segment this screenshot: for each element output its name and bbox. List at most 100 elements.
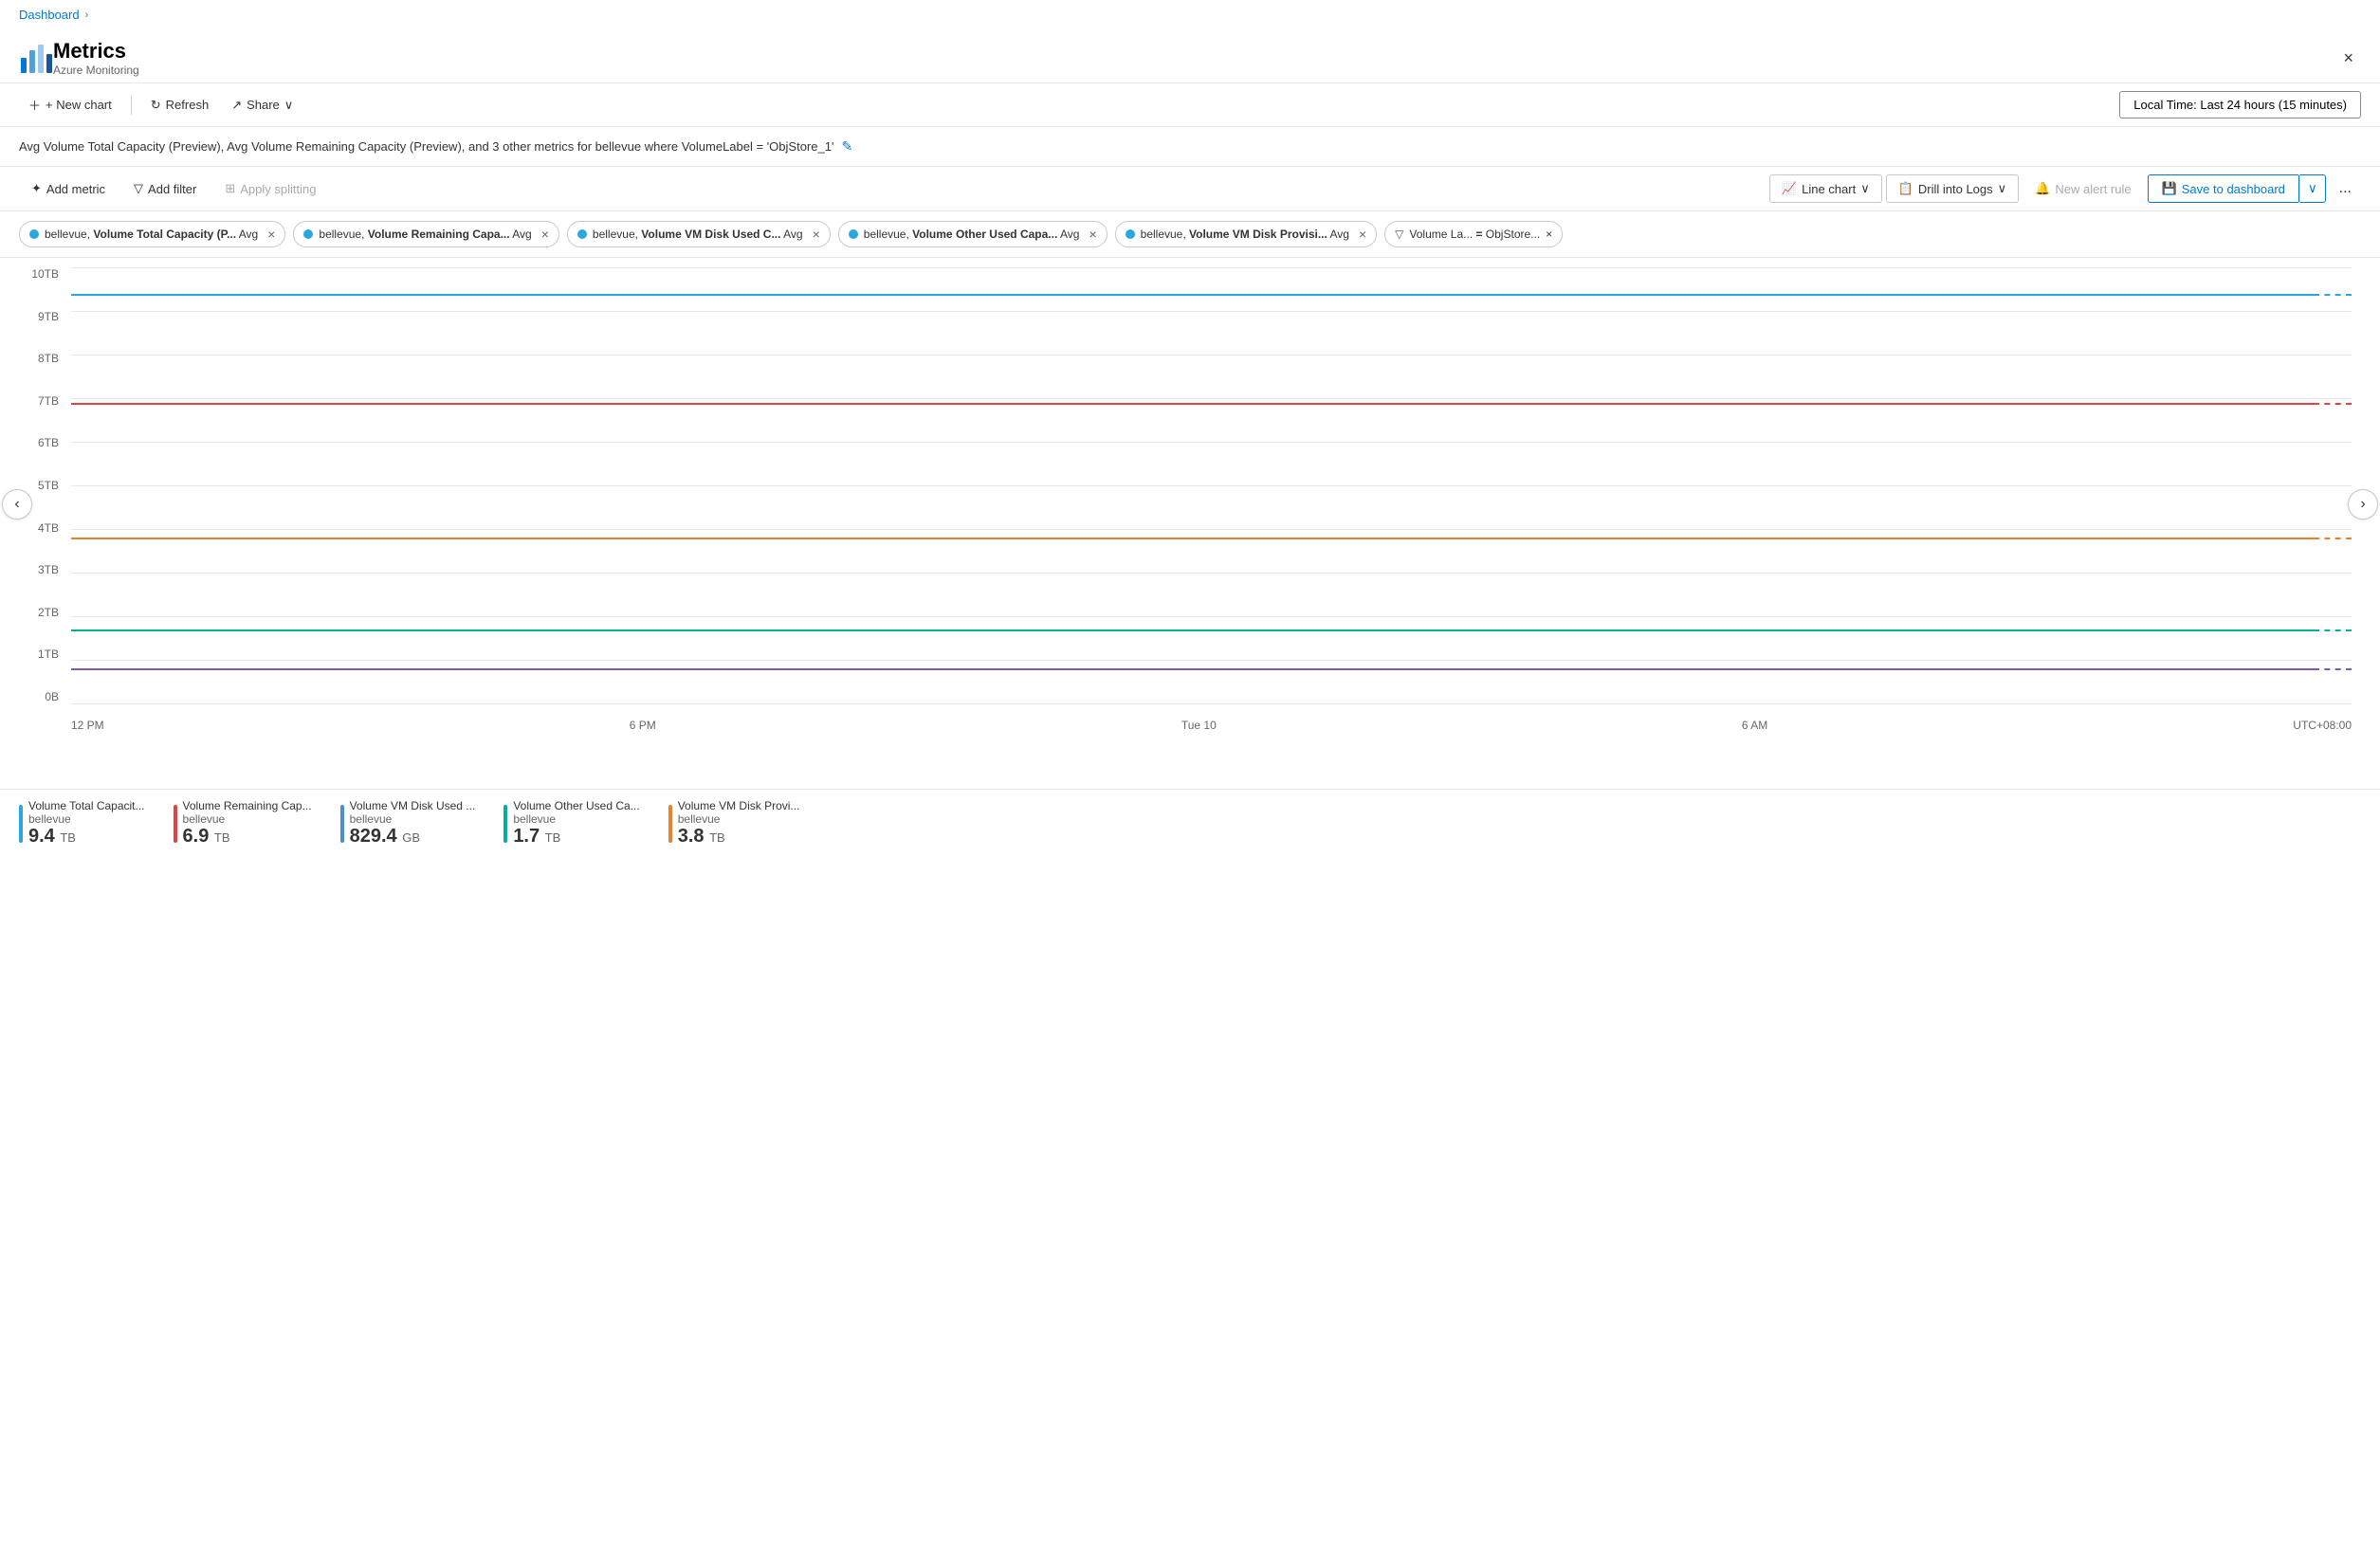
save-label: Save to dashboard (2182, 182, 2285, 196)
legend-text-group-5: Volume VM Disk Provi... bellevue 3.8 TB (678, 799, 800, 848)
new-alert-rule-button[interactable]: 🔔 New alert rule (2023, 174, 2143, 203)
legend-text-group-4: Volume Other Used Ca... bellevue 1.7 TB (513, 799, 639, 848)
save-dashboard-chevron[interactable]: ∨ (2299, 174, 2326, 203)
line-chart-label: Line chart (1802, 182, 1856, 196)
line-chart-icon: 📈 (1782, 181, 1797, 196)
metric-tag-5-remove[interactable]: × (1359, 227, 1366, 242)
apply-splitting-icon: ⊞ (225, 181, 235, 196)
legend-value-3: 829.4 GB (350, 826, 476, 848)
drill-icon: 📋 (1898, 181, 1913, 196)
data-line-5 (71, 668, 2314, 670)
metric-dot-4 (849, 229, 858, 239)
legend-item-2: Volume Remaining Cap... bellevue 6.9 TB (174, 799, 312, 848)
metric-tag-3-remove[interactable]: × (813, 227, 820, 242)
share-icon: ↗ (231, 98, 242, 113)
close-button[interactable]: × (2335, 45, 2361, 72)
page-header: Metrics Azure Monitoring × (0, 29, 2380, 83)
apply-splitting-button[interactable]: ⊞ Apply splitting (212, 174, 328, 203)
metric-dot-2 (303, 229, 313, 239)
metric-tag-2[interactable]: bellevue, Volume Remaining Capa... Avg × (293, 221, 559, 247)
share-button[interactable]: ↗ Share ∨ (222, 93, 302, 118)
alert-icon: 🔔 (2035, 181, 2050, 196)
metric-tag-2-remove[interactable]: × (541, 227, 549, 242)
legend-name-3: Volume VM Disk Used ... (350, 799, 476, 812)
metric-tags-container: bellevue, Volume Total Capacity (P... Av… (0, 211, 2380, 258)
y-label-9tb: 9TB (38, 310, 59, 323)
metric-tag-5[interactable]: bellevue, Volume VM Disk Provisi... Avg … (1115, 221, 1378, 247)
filter-icon: ▽ (1395, 228, 1403, 241)
save-dashboard-group: 💾 Save to dashboard ∨ (2148, 174, 2326, 203)
grid-line-8tb (71, 355, 2352, 356)
grid-line-0b (71, 703, 2352, 704)
share-chevron-icon: ∨ (284, 98, 294, 113)
metric-tag-4[interactable]: bellevue, Volume Other Used Capa... Avg … (838, 221, 1108, 247)
data-line-1 (71, 294, 2314, 296)
x-label-tue10: Tue 10 (1181, 719, 1217, 732)
metric-tag-3-label: bellevue, Volume VM Disk Used C... Avg (593, 228, 803, 241)
data-line-2 (71, 403, 2314, 405)
legend-value-5: 3.8 TB (678, 826, 800, 848)
x-label-6pm: 6 PM (630, 719, 656, 732)
legend-value-2: 6.9 TB (183, 826, 312, 848)
chart-toolbar-right: 📈 Line chart ∨ 📋 Drill into Logs ∨ 🔔 New… (1769, 174, 2361, 203)
grid-line-4tb (71, 529, 2352, 530)
metric-tag-4-remove[interactable]: × (1089, 227, 1096, 242)
chart-inner: 12 PM 6 PM Tue 10 6 AM UTC+08:00 (71, 267, 2352, 703)
y-label-1tb: 1TB (38, 647, 59, 661)
legend-name-5: Volume VM Disk Provi... (678, 799, 800, 812)
drill-into-logs-button[interactable]: 📋 Drill into Logs ∨ (1886, 174, 2019, 203)
chart-toolbar: ✦ Add metric ▽ Add filter ⊞ Apply splitt… (0, 167, 2380, 211)
add-filter-button[interactable]: ▽ Add filter (121, 174, 209, 203)
breadcrumb-chevron: › (85, 9, 89, 21)
time-range-button[interactable]: Local Time: Last 24 hours (15 minutes) (2119, 91, 2361, 119)
chart-nav-left[interactable]: ‹ (2, 489, 32, 520)
filter-tag-remove[interactable]: × (1546, 228, 1552, 241)
chart-area: ‹ › 10TB 9TB 8TB 7TB 6TB 5TB 4TB 3TB 2TB… (0, 267, 2380, 741)
legend-sub-1: bellevue (28, 812, 145, 826)
apply-splitting-label: Apply splitting (240, 182, 316, 196)
share-label: Share (247, 98, 280, 112)
page-title: Metrics (53, 39, 139, 64)
chart-title-text: Avg Volume Total Capacity (Preview), Avg… (19, 139, 833, 154)
data-line-4 (71, 629, 2314, 631)
legend-unit-4: TB (545, 830, 561, 845)
y-label-3tb: 3TB (38, 563, 59, 576)
breadcrumb-dashboard[interactable]: Dashboard (19, 8, 80, 22)
legend-item-1: Volume Total Capacit... bellevue 9.4 TB (19, 799, 145, 848)
metric-tag-3[interactable]: bellevue, Volume VM Disk Used C... Avg × (567, 221, 831, 247)
y-label-5tb: 5TB (38, 479, 59, 492)
chart-title-bar: Avg Volume Total Capacity (Preview), Avg… (0, 127, 2380, 167)
data-line-3-dotted (2314, 538, 2352, 539)
y-axis: 10TB 9TB 8TB 7TB 6TB 5TB 4TB 3TB 2TB 1TB… (19, 267, 66, 703)
metric-tag-1[interactable]: bellevue, Volume Total Capacity (P... Av… (19, 221, 285, 247)
legend-text-group-2: Volume Remaining Cap... bellevue 6.9 TB (183, 799, 312, 848)
add-metric-button[interactable]: ✦ Add metric (19, 174, 118, 203)
grid-line-5tb (71, 485, 2352, 486)
metric-tag-2-label: bellevue, Volume Remaining Capa... Avg (319, 228, 531, 241)
legend-item-4: Volume Other Used Ca... bellevue 1.7 TB (503, 799, 639, 848)
add-metric-label: Add metric (46, 182, 105, 196)
x-axis: 12 PM 6 PM Tue 10 6 AM UTC+08:00 (71, 719, 2352, 732)
refresh-button[interactable]: ↻ Refresh (141, 93, 218, 118)
line-chart-button[interactable]: 📈 Line chart ∨ (1769, 174, 1882, 203)
legend-bar-1 (19, 805, 23, 843)
save-to-dashboard-button[interactable]: 💾 Save to dashboard (2148, 174, 2298, 203)
filter-tag-1[interactable]: ▽ Volume La... = ObjStore... × (1384, 221, 1563, 247)
more-options-button[interactable]: ... (2330, 174, 2361, 203)
edit-icon[interactable]: ✎ (841, 138, 852, 155)
legend-bar-3 (340, 805, 344, 843)
x-label-12pm: 12 PM (71, 719, 104, 732)
legend-color-row-2: Volume Remaining Cap... bellevue 6.9 TB (174, 799, 312, 848)
legend-color-row-1: Volume Total Capacit... bellevue 9.4 TB (19, 799, 145, 848)
refresh-icon: ↻ (151, 98, 161, 113)
chart-container: 10TB 9TB 8TB 7TB 6TB 5TB 4TB 3TB 2TB 1TB… (19, 267, 2361, 741)
top-toolbar: ＋ + New chart ↻ Refresh ↗ Share ∨ Local … (0, 83, 2380, 127)
chart-nav-right[interactable]: › (2348, 489, 2378, 520)
metric-tag-1-remove[interactable]: × (267, 227, 275, 242)
legend-color-row-4: Volume Other Used Ca... bellevue 1.7 TB (503, 799, 639, 848)
new-chart-button[interactable]: ＋ + New chart (19, 91, 121, 119)
y-label-2tb: 2TB (38, 606, 59, 619)
filter-tag-label: Volume La... = ObjStore... (1409, 228, 1540, 241)
refresh-label: Refresh (166, 98, 210, 112)
legend-color-row-5: Volume VM Disk Provi... bellevue 3.8 TB (668, 799, 800, 848)
